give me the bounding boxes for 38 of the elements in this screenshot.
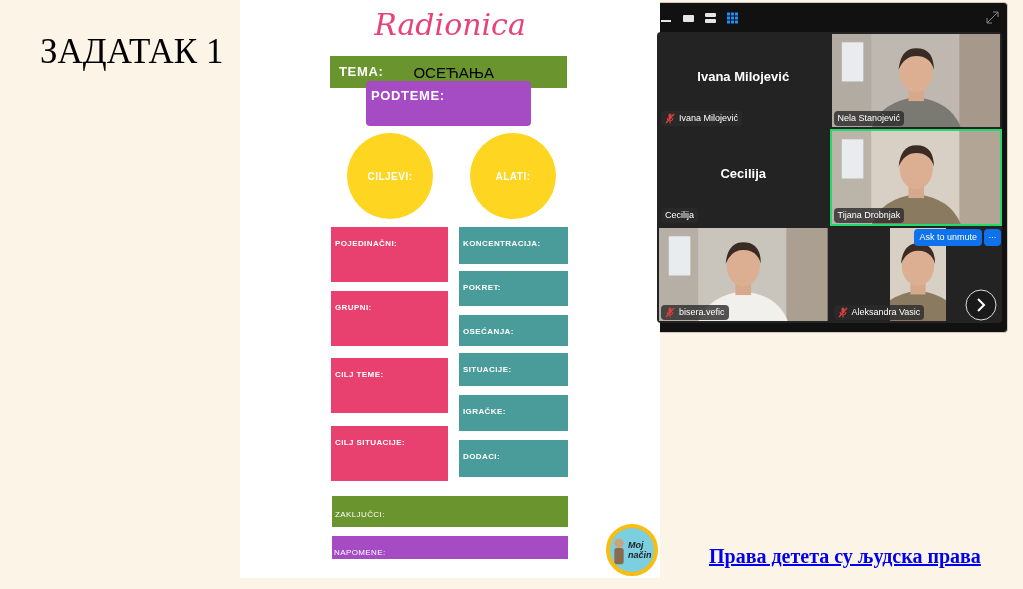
logo-text: Moj način	[628, 540, 653, 560]
worksheet-label: SITUACIJE:	[463, 365, 512, 374]
worksheet-label: DODACI:	[463, 452, 501, 461]
worksheet-label: OSEĆANJA:	[463, 327, 514, 336]
participant-name: Cecilija	[720, 164, 766, 183]
ask-to-unmute-button[interactable]: Ask to unmute	[914, 229, 982, 246]
circle-heading: ALATI:	[470, 133, 556, 219]
worksheet-title: Radionica	[374, 6, 526, 44]
participant-label: Tijana Drobnjak	[837, 208, 901, 222]
circle-heading: CILJEVI:	[347, 133, 433, 219]
worksheet-label: POJEDINAČNI:	[335, 239, 398, 248]
participant-label: bisera.vefic	[679, 305, 725, 319]
topic-label: TEMA:	[339, 63, 384, 81]
notes-label: NAPOMENE:	[334, 548, 386, 557]
worksheet-label: GRUPNI:	[335, 303, 372, 312]
stacked-view-icon[interactable]	[704, 11, 717, 24]
worksheet-label: CILJ SITUACIJE:	[335, 438, 405, 447]
expand-icon[interactable]	[986, 11, 999, 24]
slide-title: ЗАДАТАК 1	[40, 31, 225, 73]
worksheet-label: POKRET:	[463, 283, 501, 292]
grid-view-icon[interactable]	[726, 11, 739, 24]
subtopics-label: PODTEME:	[371, 88, 445, 103]
participant-label: Cecilija	[665, 208, 694, 222]
participant-label: Ivana Milojević	[679, 111, 739, 125]
next-page-icon[interactable]	[965, 289, 997, 321]
muted-microphone-icon	[665, 112, 675, 124]
participant-name: Ivana Milojević	[697, 67, 790, 86]
worksheet-label: IGRAČKE:	[463, 407, 506, 416]
worksheet-label: CILJ TEME:	[335, 370, 384, 379]
muted-microphone-icon	[665, 306, 675, 318]
muted-microphone-icon	[837, 306, 848, 318]
topic-value: ОСЕЋАЊА	[413, 63, 494, 83]
worksheet-label: KONCENTRACIJA:	[463, 239, 541, 248]
participant-label: Nela Stanojević	[837, 111, 901, 125]
link[interactable]: Права детета су људска права	[709, 545, 981, 567]
more-button[interactable]: ···	[984, 229, 1001, 246]
participant-label: Aleksandra Vasic	[851, 305, 921, 319]
conclusions-label: ZAKLJUČCI:	[335, 510, 385, 519]
